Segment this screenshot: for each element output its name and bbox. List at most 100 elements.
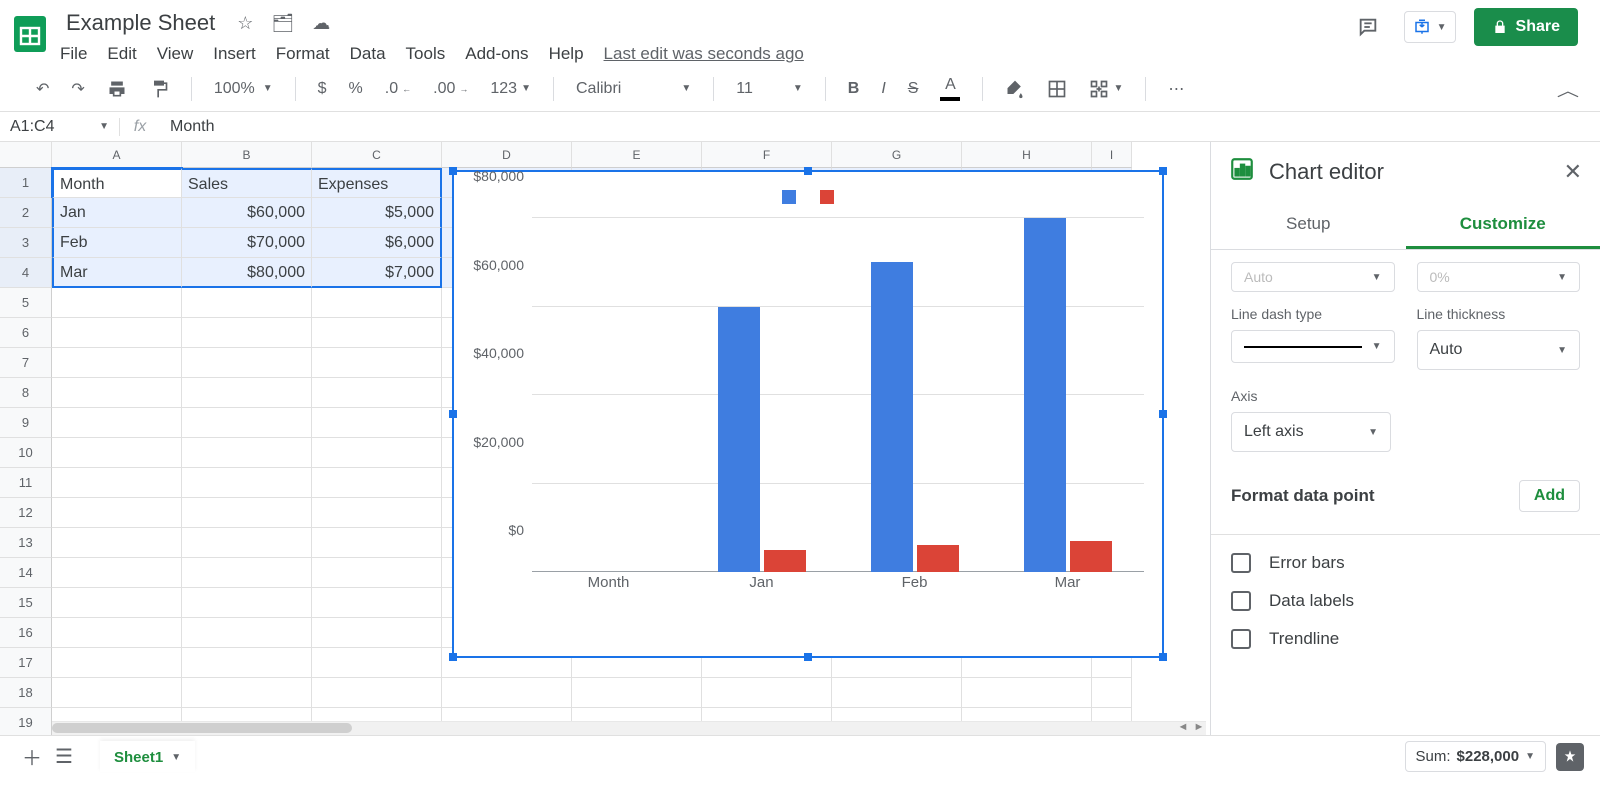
col-head-e[interactable]: E: [572, 142, 702, 168]
col-head-h[interactable]: H: [962, 142, 1092, 168]
cell[interactable]: [182, 378, 312, 408]
axis-select[interactable]: Left axis▼: [1231, 412, 1391, 452]
cell[interactable]: [312, 288, 442, 318]
row-head[interactable]: 19: [0, 708, 52, 735]
col-head-d[interactable]: D: [442, 142, 572, 168]
add-sheet-button[interactable]: ＋: [16, 741, 48, 773]
explore-button[interactable]: [1556, 743, 1584, 771]
cell[interactable]: [52, 648, 182, 678]
cell[interactable]: [312, 378, 442, 408]
cell[interactable]: Month: [52, 168, 182, 198]
cell[interactable]: $80,000: [182, 258, 312, 288]
row-head[interactable]: 15: [0, 588, 52, 618]
row-head[interactable]: 2: [0, 198, 52, 228]
cell[interactable]: [702, 678, 832, 708]
font-size-select[interactable]: 11▼: [730, 76, 809, 102]
menu-file[interactable]: File: [60, 44, 87, 64]
cell[interactable]: [52, 438, 182, 468]
menu-insert[interactable]: Insert: [213, 44, 256, 64]
col-head-a[interactable]: A: [52, 142, 182, 168]
cell[interactable]: [182, 588, 312, 618]
cloud-icon[interactable]: ☁: [312, 13, 330, 34]
redo-button[interactable]: ↷: [65, 75, 90, 103]
cell[interactable]: [832, 678, 962, 708]
close-icon[interactable]: ✕: [1564, 159, 1582, 185]
row-head[interactable]: 16: [0, 618, 52, 648]
resize-handle[interactable]: [1159, 653, 1167, 661]
cell[interactable]: Feb: [52, 228, 182, 258]
cell[interactable]: [52, 408, 182, 438]
partial-select-left[interactable]: Auto▼: [1231, 262, 1395, 292]
cell[interactable]: [1092, 678, 1132, 708]
italic-button[interactable]: I: [875, 76, 891, 102]
all-sheets-button[interactable]: ☰: [48, 741, 80, 773]
borders-button[interactable]: [1041, 75, 1073, 103]
resize-handle[interactable]: [449, 410, 457, 418]
line-thickness-select[interactable]: Auto▼: [1417, 330, 1581, 370]
cell[interactable]: [962, 678, 1092, 708]
cell[interactable]: [572, 678, 702, 708]
cell[interactable]: [182, 468, 312, 498]
sheet-tab[interactable]: Sheet1▼: [100, 741, 195, 772]
cell[interactable]: [312, 408, 442, 438]
cell[interactable]: [182, 318, 312, 348]
text-color-button[interactable]: A: [934, 73, 966, 105]
number-format-button[interactable]: 123▼: [484, 76, 537, 102]
row-head[interactable]: 11: [0, 468, 52, 498]
formula-input[interactable]: Month: [160, 118, 1600, 136]
move-icon[interactable]: 🗂: [271, 13, 294, 34]
print-button[interactable]: [101, 75, 133, 103]
cell[interactable]: [312, 558, 442, 588]
resize-handle[interactable]: [804, 167, 812, 175]
star-icon[interactable]: ☆: [237, 13, 253, 34]
select-all-corner[interactable]: [0, 142, 52, 168]
menu-edit[interactable]: Edit: [107, 44, 136, 64]
resize-handle[interactable]: [449, 653, 457, 661]
sheets-logo[interactable]: [10, 8, 50, 60]
cell[interactable]: [312, 468, 442, 498]
cell[interactable]: [312, 498, 442, 528]
cell[interactable]: [312, 648, 442, 678]
cell[interactable]: Jan: [52, 198, 182, 228]
line-dash-select[interactable]: ▼: [1231, 330, 1395, 363]
resize-handle[interactable]: [1159, 167, 1167, 175]
cell[interactable]: [52, 498, 182, 528]
cell[interactable]: [312, 438, 442, 468]
comments-icon[interactable]: [1350, 9, 1386, 45]
tab-customize[interactable]: Customize: [1406, 202, 1600, 249]
partial-select-right[interactable]: 0%▼: [1417, 262, 1581, 292]
cell[interactable]: [312, 528, 442, 558]
row-head[interactable]: 18: [0, 678, 52, 708]
data-labels-checkbox[interactable]: [1231, 591, 1251, 611]
row-head[interactable]: 3: [0, 228, 52, 258]
cell[interactable]: [182, 288, 312, 318]
cell[interactable]: [52, 558, 182, 588]
merge-button[interactable]: ▼: [1083, 75, 1129, 103]
scroll-left-icon[interactable]: ◄: [1176, 721, 1190, 735]
menu-help[interactable]: Help: [549, 44, 584, 64]
scrollbar-thumb[interactable]: [52, 723, 352, 733]
resize-handle[interactable]: [1159, 410, 1167, 418]
scroll-right-icon[interactable]: ►: [1192, 721, 1206, 735]
menu-data[interactable]: Data: [350, 44, 386, 64]
cell[interactable]: [182, 438, 312, 468]
decrease-decimal-button[interactable]: .0←: [379, 76, 417, 102]
last-edit-link[interactable]: Last edit was seconds ago: [604, 44, 804, 64]
cell[interactable]: [182, 348, 312, 378]
cell[interactable]: [182, 648, 312, 678]
row-head[interactable]: 4: [0, 258, 52, 288]
cell[interactable]: [182, 558, 312, 588]
cell[interactable]: [312, 588, 442, 618]
row-head[interactable]: 12: [0, 498, 52, 528]
cell[interactable]: Expenses: [312, 168, 442, 198]
col-head-g[interactable]: G: [832, 142, 962, 168]
paint-format-button[interactable]: [143, 75, 175, 103]
cell[interactable]: [52, 378, 182, 408]
undo-button[interactable]: ↶: [30, 75, 55, 103]
menu-format[interactable]: Format: [276, 44, 330, 64]
resize-handle[interactable]: [804, 653, 812, 661]
menu-addons[interactable]: Add-ons: [465, 44, 528, 64]
cell[interactable]: [312, 618, 442, 648]
trendline-checkbox[interactable]: [1231, 629, 1251, 649]
col-head-i[interactable]: I: [1092, 142, 1132, 168]
